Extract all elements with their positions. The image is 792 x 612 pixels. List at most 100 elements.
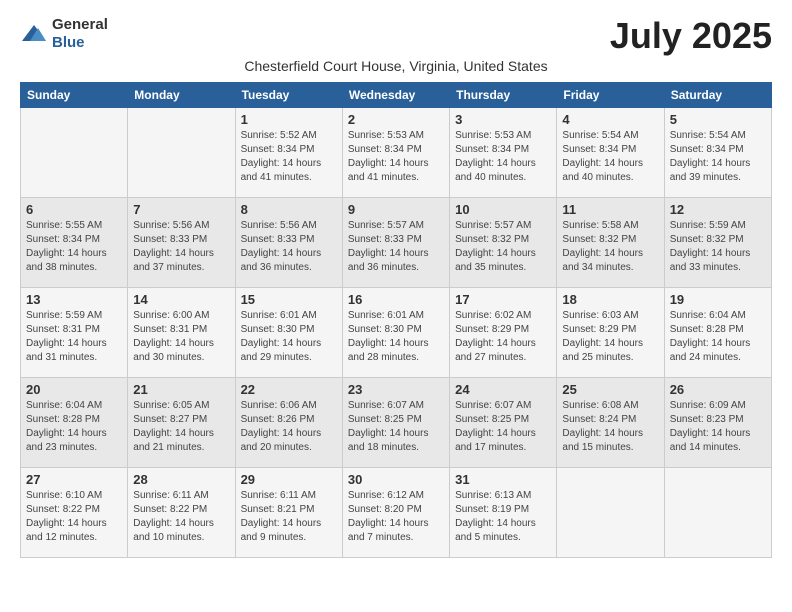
day-number: 17 <box>455 292 551 307</box>
day-number: 24 <box>455 382 551 397</box>
calendar-cell: 13 Sunrise: 5:59 AMSunset: 8:31 PMDayligh… <box>21 287 128 377</box>
calendar-cell: 15 Sunrise: 6:01 AMSunset: 8:30 PMDayligh… <box>235 287 342 377</box>
calendar-cell: 10 Sunrise: 5:57 AMSunset: 8:32 PMDayligh… <box>450 197 557 287</box>
calendar-cell: 19Sunrise: 6:04 AMSunset: 8:28 PMDayligh… <box>664 287 771 377</box>
day-info: Sunrise: 6:01 AMSunset: 8:30 PMDaylight:… <box>348 309 444 365</box>
day-number: 13 <box>26 292 122 307</box>
header-thursday: Thursday <box>450 82 557 107</box>
calendar-week-row: 1Sunrise: 5:52 AMSunset: 8:34 PMDaylight… <box>21 107 772 197</box>
calendar-cell: 31 Sunrise: 6:13 AMSunset: 8:19 PMDayligh… <box>450 467 557 557</box>
calendar-table: Sunday Monday Tuesday Wednesday Thursday… <box>20 82 772 558</box>
calendar-cell: 11 Sunrise: 5:58 AMSunset: 8:32 PMDayligh… <box>557 197 664 287</box>
day-number: 5 <box>670 112 766 127</box>
calendar-cell: 30Sunrise: 6:12 AMSunset: 8:20 PMDayligh… <box>342 467 449 557</box>
day-number: 14 <box>133 292 229 307</box>
calendar-cell: 20Sunrise: 6:04 AMSunset: 8:28 PMDayligh… <box>21 377 128 467</box>
calendar-cell: 26 Sunrise: 6:09 AMSunset: 8:23 PMDayligh… <box>664 377 771 467</box>
day-info: Sunrise: 6:08 AMSunset: 8:24 PMDaylight:… <box>562 399 658 455</box>
header-wednesday: Wednesday <box>342 82 449 107</box>
header-sunday: Sunday <box>21 82 128 107</box>
day-info: Sunrise: 6:04 AMSunset: 8:28 PMDaylight:… <box>670 309 766 365</box>
logo-blue: Blue <box>52 34 85 51</box>
day-number: 16 <box>348 292 444 307</box>
day-number: 8 <box>241 202 337 217</box>
calendar-cell: 25 Sunrise: 6:08 AMSunset: 8:24 PMDayligh… <box>557 377 664 467</box>
day-info: Sunrise: 6:05 AMSunset: 8:27 PMDaylight:… <box>133 399 229 455</box>
day-info: Sunrise: 6:06 AMSunset: 8:26 PMDaylight:… <box>241 399 337 455</box>
calendar-week-row: 20Sunrise: 6:04 AMSunset: 8:28 PMDayligh… <box>21 377 772 467</box>
calendar-cell: 14 Sunrise: 6:00 AMSunset: 8:31 PMDayligh… <box>128 287 235 377</box>
calendar-cell: 23Sunrise: 6:07 AMSunset: 8:25 PMDayligh… <box>342 377 449 467</box>
day-info: Sunrise: 5:57 AMSunset: 8:33 PMDaylight:… <box>348 219 444 275</box>
calendar-cell: 28 Sunrise: 6:11 AMSunset: 8:22 PMDayligh… <box>128 467 235 557</box>
day-info: Sunrise: 6:11 AMSunset: 8:21 PMDaylight:… <box>241 489 337 545</box>
header-monday: Monday <box>128 82 235 107</box>
day-info: Sunrise: 5:55 AMSunset: 8:34 PMDaylight:… <box>26 219 122 275</box>
day-number: 20 <box>26 382 122 397</box>
calendar-cell: 6Sunrise: 5:55 AMSunset: 8:34 PMDaylight… <box>21 197 128 287</box>
day-number: 18 <box>562 292 658 307</box>
day-info: Sunrise: 6:11 AMSunset: 8:22 PMDaylight:… <box>133 489 229 545</box>
day-number: 9 <box>348 202 444 217</box>
calendar-cell: 8 Sunrise: 5:56 AMSunset: 8:33 PMDaylight… <box>235 197 342 287</box>
day-number: 25 <box>562 382 658 397</box>
day-info: Sunrise: 5:58 AMSunset: 8:32 PMDaylight:… <box>562 219 658 275</box>
calendar-cell: 29 Sunrise: 6:11 AMSunset: 8:21 PMDayligh… <box>235 467 342 557</box>
calendar-cell: 9 Sunrise: 5:57 AMSunset: 8:33 PMDaylight… <box>342 197 449 287</box>
day-number: 15 <box>241 292 337 307</box>
calendar-cell <box>128 107 235 197</box>
day-number: 26 <box>670 382 766 397</box>
day-info: Sunrise: 5:56 AMSunset: 8:33 PMDaylight:… <box>133 219 229 275</box>
logo: General Blue <box>20 16 108 52</box>
day-info: Sunrise: 5:52 AMSunset: 8:34 PMDaylight:… <box>241 129 337 185</box>
calendar-cell <box>664 467 771 557</box>
calendar-week-row: 27 Sunrise: 6:10 AMSunset: 8:22 PMDayligh… <box>21 467 772 557</box>
page-title: July 2025 <box>610 16 772 56</box>
calendar-cell: 22 Sunrise: 6:06 AMSunset: 8:26 PMDayligh… <box>235 377 342 467</box>
day-info: Sunrise: 6:13 AMSunset: 8:19 PMDaylight:… <box>455 489 551 545</box>
calendar-week-row: 13 Sunrise: 5:59 AMSunset: 8:31 PMDayligh… <box>21 287 772 377</box>
calendar-cell: 7Sunrise: 5:56 AMSunset: 8:33 PMDaylight… <box>128 197 235 287</box>
day-number: 22 <box>241 382 337 397</box>
day-number: 27 <box>26 472 122 487</box>
day-info: Sunrise: 6:03 AMSunset: 8:29 PMDaylight:… <box>562 309 658 365</box>
day-number: 31 <box>455 472 551 487</box>
day-info: Sunrise: 6:00 AMSunset: 8:31 PMDaylight:… <box>133 309 229 365</box>
day-info: Sunrise: 5:53 AMSunset: 8:34 PMDaylight:… <box>455 129 551 185</box>
day-info: Sunrise: 6:07 AMSunset: 8:25 PMDaylight:… <box>348 399 444 455</box>
weekday-header-row: Sunday Monday Tuesday Wednesday Thursday… <box>21 82 772 107</box>
calendar-cell: 4 Sunrise: 5:54 AMSunset: 8:34 PMDaylight… <box>557 107 664 197</box>
calendar-cell: 3 Sunrise: 5:53 AMSunset: 8:34 PMDaylight… <box>450 107 557 197</box>
calendar-cell: 24 Sunrise: 6:07 AMSunset: 8:25 PMDayligh… <box>450 377 557 467</box>
day-info: Sunrise: 5:54 AMSunset: 8:34 PMDaylight:… <box>562 129 658 185</box>
header: General Blue July 2025 <box>20 16 772 56</box>
day-number: 2 <box>348 112 444 127</box>
calendar-cell: 16 Sunrise: 6:01 AMSunset: 8:30 PMDayligh… <box>342 287 449 377</box>
logo-icon <box>20 23 48 45</box>
day-number: 3 <box>455 112 551 127</box>
day-info: Sunrise: 5:57 AMSunset: 8:32 PMDaylight:… <box>455 219 551 275</box>
day-number: 29 <box>241 472 337 487</box>
calendar-cell: 1Sunrise: 5:52 AMSunset: 8:34 PMDaylight… <box>235 107 342 197</box>
day-number: 30 <box>348 472 444 487</box>
day-info: Sunrise: 6:01 AMSunset: 8:30 PMDaylight:… <box>241 309 337 365</box>
day-number: 4 <box>562 112 658 127</box>
day-info: Sunrise: 5:56 AMSunset: 8:33 PMDaylight:… <box>241 219 337 275</box>
logo-text: General Blue <box>52 16 108 52</box>
day-number: 28 <box>133 472 229 487</box>
page: General Blue July 2025 Chesterfield Cour… <box>0 0 792 578</box>
calendar-cell: 27 Sunrise: 6:10 AMSunset: 8:22 PMDayligh… <box>21 467 128 557</box>
calendar-cell: 17 Sunrise: 6:02 AMSunset: 8:29 PMDayligh… <box>450 287 557 377</box>
logo-general: General <box>52 16 108 33</box>
day-info: Sunrise: 6:02 AMSunset: 8:29 PMDaylight:… <box>455 309 551 365</box>
day-number: 12 <box>670 202 766 217</box>
day-info: Sunrise: 6:10 AMSunset: 8:22 PMDaylight:… <box>26 489 122 545</box>
calendar-cell <box>21 107 128 197</box>
day-info: Sunrise: 6:07 AMSunset: 8:25 PMDaylight:… <box>455 399 551 455</box>
day-info: Sunrise: 5:59 AMSunset: 8:31 PMDaylight:… <box>26 309 122 365</box>
day-number: 11 <box>562 202 658 217</box>
day-number: 10 <box>455 202 551 217</box>
day-info: Sunrise: 6:09 AMSunset: 8:23 PMDaylight:… <box>670 399 766 455</box>
day-number: 21 <box>133 382 229 397</box>
calendar-cell: 12Sunrise: 5:59 AMSunset: 8:32 PMDayligh… <box>664 197 771 287</box>
